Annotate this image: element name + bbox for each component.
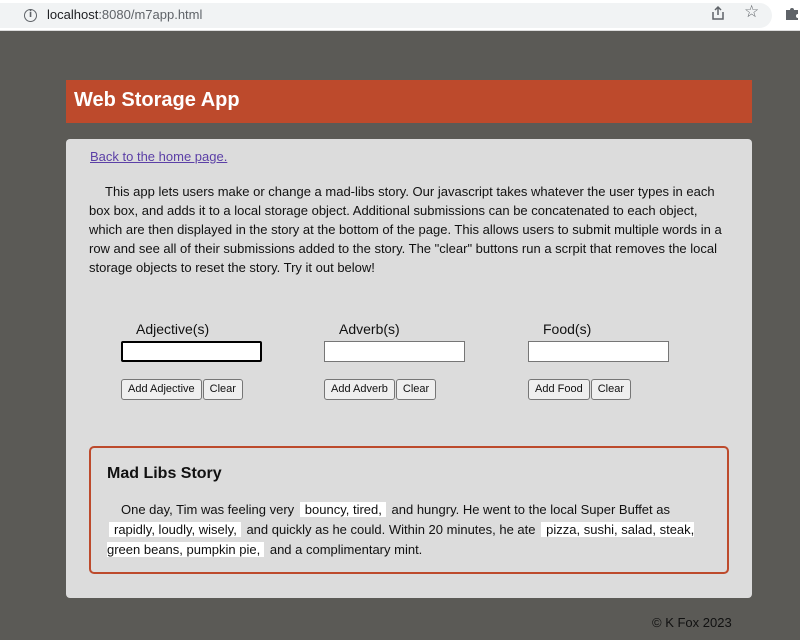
- story-title: Mad Libs Story: [107, 465, 222, 482]
- main-panel: Back to the home page. This app lets use…: [66, 139, 752, 598]
- clear-food-button[interactable]: Clear: [590, 379, 631, 400]
- add-adjective-button[interactable]: Add Adjective: [121, 379, 202, 400]
- story-adverbs: rapidly, loudly, wisely,: [109, 522, 241, 537]
- home-link[interactable]: Back to the home page.: [90, 149, 227, 164]
- extensions-puzzle-icon[interactable]: [784, 5, 800, 21]
- story-adjectives: bouncy, tired,: [299, 502, 386, 517]
- url-text[interactable]: localhost:8080/m7app.html: [47, 7, 202, 22]
- address-bar[interactable]: i localhost:8080/m7app.html: [0, 3, 772, 28]
- adverb-label: Adverb(s): [339, 321, 400, 337]
- site-info-icon[interactable]: i: [24, 9, 37, 22]
- adjective-input[interactable]: [121, 341, 262, 362]
- app-header: Web Storage App: [66, 80, 752, 123]
- story-box: Mad Libs Story One day, Tim was feeling …: [89, 446, 729, 574]
- story-part-1: One day, Tim was feeling very: [121, 502, 295, 517]
- story-part-4: and a complimentary mint.: [269, 542, 423, 557]
- adjective-field-group: Adjective(s) Add Adjective Clear: [121, 321, 281, 400]
- clear-adjective-button[interactable]: Clear: [202, 379, 243, 400]
- story-part-2: and hungry. He went to the local Super B…: [391, 502, 670, 517]
- footer-copyright: © K Fox 2023: [652, 615, 732, 630]
- url-path: :8080/m7app.html: [98, 7, 203, 22]
- story-part-3: and quickly as he could. Within 20 minut…: [246, 522, 536, 537]
- adverb-input[interactable]: [324, 341, 465, 362]
- food-field-group: Food(s) Add Food Clear: [528, 321, 688, 400]
- bookmark-star-icon[interactable]: ☆: [744, 1, 759, 23]
- add-food-button[interactable]: Add Food: [528, 379, 590, 400]
- food-label: Food(s): [543, 321, 592, 337]
- page-title: Web Storage App: [74, 89, 240, 111]
- url-host: localhost: [47, 7, 99, 22]
- adverb-field-group: Adverb(s) Add Adverb Clear: [324, 321, 484, 400]
- browser-toolbar: i localhost:8080/m7app.html ☆: [0, 0, 800, 31]
- share-icon[interactable]: [710, 5, 726, 21]
- add-adverb-button[interactable]: Add Adverb: [324, 379, 395, 400]
- food-input[interactable]: [528, 341, 669, 362]
- story-text: One day, Tim was feeling very bouncy, ti…: [107, 500, 705, 560]
- adjective-label: Adjective(s): [136, 321, 210, 337]
- clear-adverb-button[interactable]: Clear: [395, 379, 437, 400]
- intro-paragraph: This app lets users make or change a mad…: [89, 184, 722, 275]
